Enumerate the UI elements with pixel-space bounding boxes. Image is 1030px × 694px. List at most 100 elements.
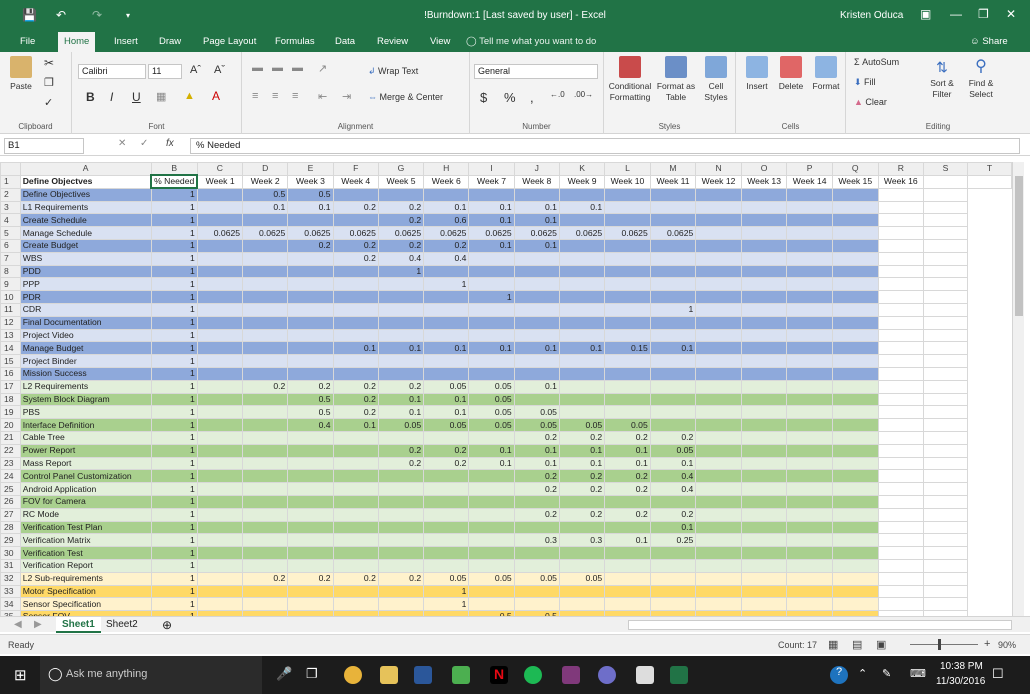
value-cell[interactable]: 0.2 [558,507,606,522]
value-cell[interactable] [242,430,289,445]
value-cell[interactable]: 0.05 [468,571,515,586]
empty-cell[interactable] [877,200,925,215]
value-cell[interactable] [287,290,334,304]
value-cell[interactable]: 0.2 [513,507,560,522]
value-cell[interactable] [377,520,425,535]
value-cell[interactable] [196,354,244,368]
vertical-scrollbar[interactable] [1012,162,1024,616]
value-cell[interactable] [604,264,651,279]
task-name-cell[interactable]: Motor Specification [19,584,152,599]
value-cell[interactable] [831,430,879,445]
value-cell[interactable]: 0.2 [649,430,697,445]
value-cell[interactable]: 0.1 [604,456,651,471]
value-cell[interactable]: 0.5 [242,187,289,202]
header-cell[interactable]: Week 14 [786,174,833,189]
value-cell[interactable]: 0.2 [377,571,425,586]
value-cell[interactable] [558,251,606,266]
value-cell[interactable] [695,200,742,215]
row-header[interactable]: 12 [0,315,21,330]
value-cell[interactable] [695,213,742,228]
value-cell[interactable] [695,546,742,560]
tab-file[interactable]: File [14,32,41,52]
task-name-cell[interactable]: Project Binder [19,354,152,368]
chrome-icon[interactable] [344,666,362,684]
value-cell[interactable] [558,213,606,228]
value-cell[interactable] [649,546,697,560]
empty-cell[interactable] [923,482,968,496]
value-cell[interactable]: 0.2 [423,443,470,458]
value-cell[interactable] [242,392,289,407]
value-cell[interactable] [604,379,651,394]
value-cell[interactable]: 0.1 [649,341,697,356]
value-cell[interactable] [740,213,788,228]
value-cell[interactable] [287,264,334,279]
value-cell[interactable] [786,482,833,496]
function-icon[interactable]: fx [166,138,174,149]
value-cell[interactable] [604,187,651,202]
value-cell[interactable] [740,533,788,548]
empty-cell[interactable] [923,251,968,266]
value-cell[interactable] [695,315,742,330]
value-cell[interactable] [242,418,289,432]
empty-cell[interactable] [877,302,925,317]
row-header[interactable]: 4 [0,213,21,228]
value-cell[interactable]: 0.2 [332,200,379,215]
empty-cell[interactable] [877,226,925,240]
empty-cell[interactable] [923,546,968,560]
value-cell[interactable]: 0.2 [287,379,334,394]
value-cell[interactable] [558,238,606,253]
value-cell[interactable]: 0.2 [423,456,470,471]
decrease-font-icon[interactable]: Aˇ [214,64,225,76]
value-cell[interactable] [196,328,244,343]
value-cell[interactable] [786,469,833,484]
empty-cell[interactable] [923,366,968,381]
value-cell[interactable] [287,558,334,573]
header-cell[interactable]: Week 6 [423,174,470,189]
value-cell[interactable] [558,354,606,368]
value-cell[interactable] [332,482,379,496]
empty-cell[interactable] [877,251,925,266]
value-cell[interactable] [196,213,244,228]
value-cell[interactable] [423,315,470,330]
task-name-cell[interactable]: Verification Matrix [19,533,152,548]
value-cell[interactable] [558,584,606,599]
value-cell[interactable]: 0.1 [423,200,470,215]
empty-cell[interactable] [877,238,925,253]
value-cell[interactable] [468,354,515,368]
value-cell[interactable]: 0.1 [377,341,425,356]
value-cell[interactable] [196,418,244,432]
value-cell[interactable]: 0.0625 [558,226,606,240]
help-icon[interactable]: ? [830,666,848,684]
value-cell[interactable] [513,354,560,368]
value-cell[interactable] [196,597,244,612]
task-name-cell[interactable]: Manage Budget [19,341,152,356]
value-cell[interactable] [332,520,379,535]
value-cell[interactable]: 0.1 [287,200,334,215]
value-cell[interactable]: 0.1 [649,456,697,471]
task-name-cell[interactable]: RC Mode [19,507,152,522]
value-cell[interactable] [831,571,879,586]
value-cell[interactable] [740,469,788,484]
user-name[interactable]: Kristen Oduca [840,10,903,21]
value-cell[interactable] [740,302,788,317]
value-cell[interactable] [786,226,833,240]
autosum-button[interactable]: Σ AutoSum [854,57,899,67]
value-cell[interactable]: 0.2 [332,392,379,407]
value-cell[interactable]: 0.1 [558,200,606,215]
header-cell-task[interactable]: Define Objectves [19,174,152,189]
empty-cell[interactable] [877,392,925,407]
tab-home[interactable]: Home [58,32,96,52]
value-cell[interactable]: 0.1 [377,405,425,420]
value-cell[interactable] [423,366,470,381]
spotify-icon[interactable] [524,666,542,684]
font-name-box[interactable]: Calibri [78,64,146,79]
value-cell[interactable] [468,558,515,573]
header-cell[interactable]: Week 10 [604,174,651,189]
value-cell[interactable] [332,456,379,471]
value-cell[interactable]: 1 [423,584,470,599]
netflix-icon[interactable]: N [490,666,508,684]
value-cell[interactable] [196,443,244,458]
task-name-cell[interactable]: Mission Success [19,366,152,381]
value-cell[interactable]: 0.2 [377,456,425,471]
wrap-text-button[interactable]: ↲ Wrap Text [368,66,418,77]
